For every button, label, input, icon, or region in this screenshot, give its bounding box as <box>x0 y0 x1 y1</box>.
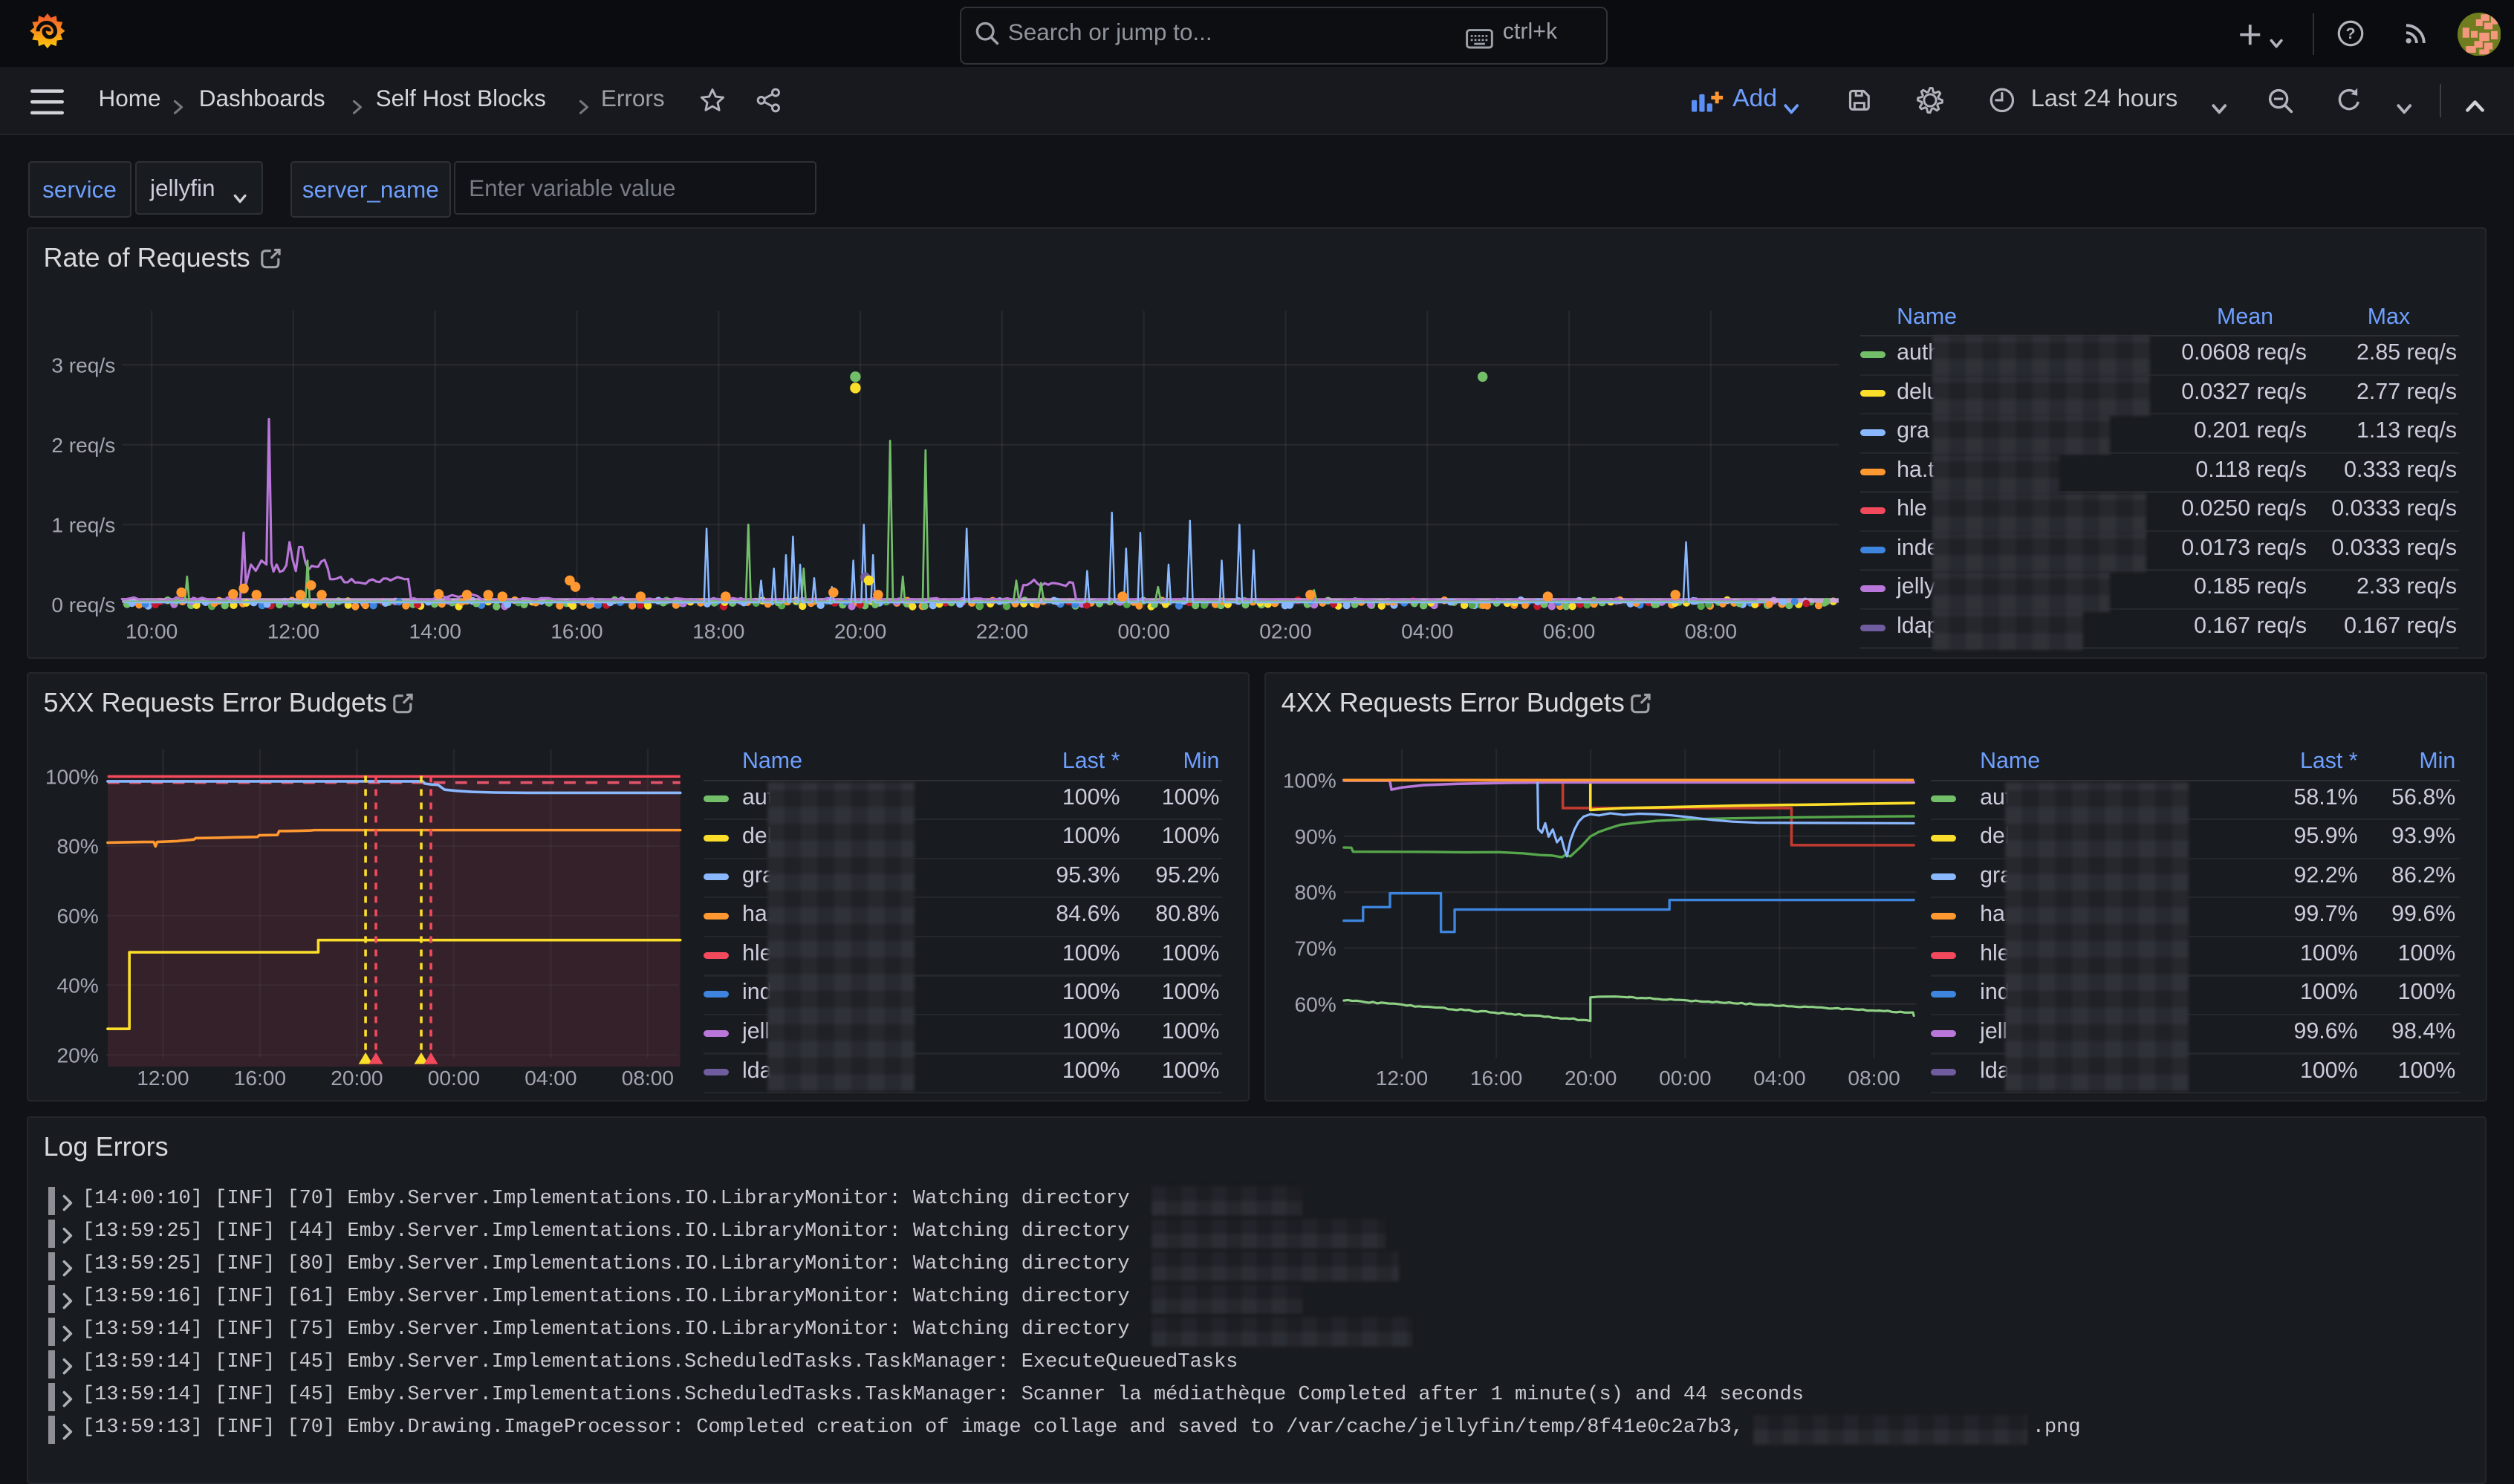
svg-text:12:00: 12:00 <box>1376 1066 1428 1089</box>
svg-text:20:00: 20:00 <box>834 620 886 643</box>
svg-text:100%: 100% <box>1283 769 1336 792</box>
svg-text:16:00: 16:00 <box>550 620 602 643</box>
svg-text:90%: 90% <box>1295 824 1336 847</box>
svg-text:60%: 60% <box>1295 992 1336 1015</box>
svg-text:04:00: 04:00 <box>1401 620 1453 643</box>
svg-text:?: ? <box>2345 25 2355 42</box>
svg-text:40%: 40% <box>56 974 98 997</box>
svg-text:80%: 80% <box>56 835 98 858</box>
svg-text:2 req/s: 2 req/s <box>51 434 115 457</box>
svg-text:80%: 80% <box>1295 881 1336 904</box>
svg-text:04:00: 04:00 <box>524 1066 576 1089</box>
svg-text:3 req/s: 3 req/s <box>51 354 115 377</box>
svg-text:08:00: 08:00 <box>1848 1066 1900 1089</box>
svg-text:0 req/s: 0 req/s <box>51 593 115 616</box>
svg-text:02:00: 02:00 <box>1259 620 1311 643</box>
svg-text:18:00: 18:00 <box>692 620 744 643</box>
svg-text:100%: 100% <box>45 765 99 788</box>
svg-text:20%: 20% <box>56 1044 98 1067</box>
svg-text:00:00: 00:00 <box>1659 1066 1711 1089</box>
svg-text:20:00: 20:00 <box>1565 1066 1617 1089</box>
svg-text:08:00: 08:00 <box>622 1066 674 1089</box>
svg-text:16:00: 16:00 <box>234 1066 286 1089</box>
svg-text:20:00: 20:00 <box>331 1066 383 1089</box>
svg-text:00:00: 00:00 <box>1118 620 1170 643</box>
svg-text:16:00: 16:00 <box>1470 1066 1522 1089</box>
svg-text:00:00: 00:00 <box>428 1066 480 1089</box>
svg-text:12:00: 12:00 <box>137 1066 189 1089</box>
svg-text:10:00: 10:00 <box>126 620 178 643</box>
svg-text:1 req/s: 1 req/s <box>51 513 115 536</box>
svg-text:06:00: 06:00 <box>1543 620 1595 643</box>
svg-text:60%: 60% <box>56 904 98 927</box>
svg-text:04:00: 04:00 <box>1753 1066 1805 1089</box>
svg-text:14:00: 14:00 <box>409 620 461 643</box>
svg-text:08:00: 08:00 <box>1685 620 1737 643</box>
svg-text:12:00: 12:00 <box>267 620 319 643</box>
svg-text:22:00: 22:00 <box>976 620 1028 643</box>
svg-text:70%: 70% <box>1295 937 1336 960</box>
